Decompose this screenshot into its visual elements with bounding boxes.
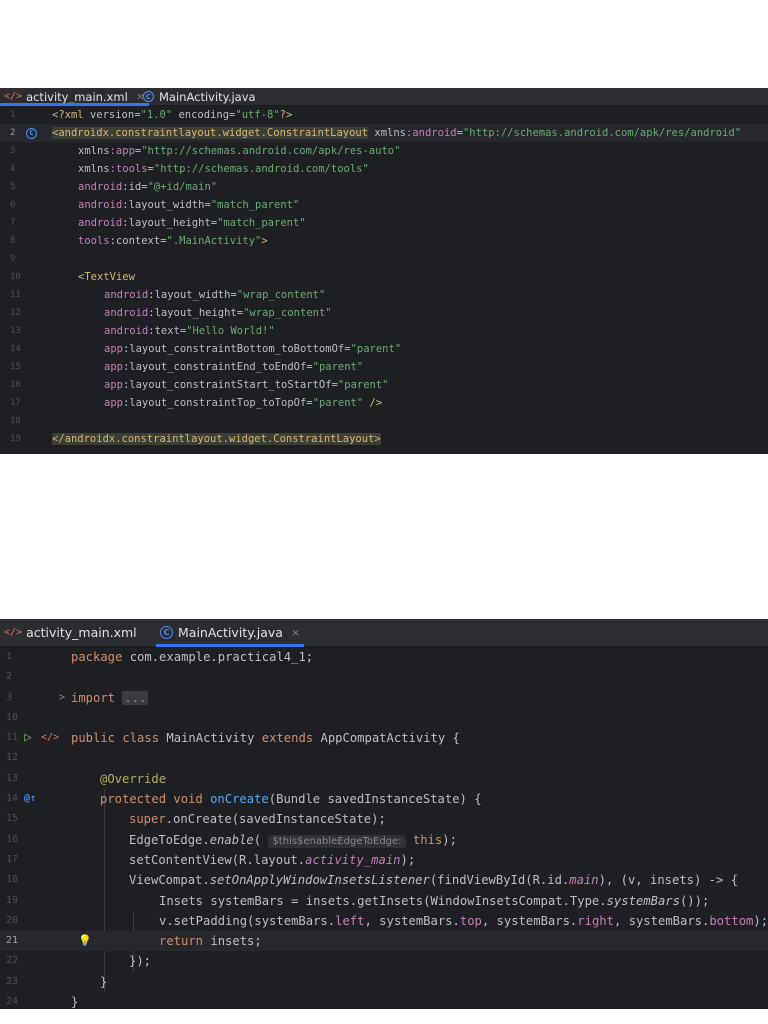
line-number: 17 xyxy=(10,398,21,408)
code-line: 18 ViewCompat.setOnApplyWindowInsetsListe… xyxy=(0,870,768,890)
override-icon[interactable]: @↑ xyxy=(24,789,36,809)
code-line: 5 android:id="@+id/main" xyxy=(0,178,768,196)
code-line: 17 app:layout_constraintTop_toTopOf="pare… xyxy=(0,394,768,412)
line-number: 13 xyxy=(10,326,21,336)
lightbulb-icon[interactable]: 💡 xyxy=(78,931,92,951)
line-number: 11 xyxy=(10,290,21,300)
tab-label: MainActivity.java xyxy=(159,89,256,104)
code-line: 10 xyxy=(0,708,768,728)
line-number: 6 xyxy=(10,200,16,210)
folded-imports[interactable]: ... xyxy=(122,690,149,705)
code-line: 16 EdgeToEdge.enable( $this$enableEdgeToE… xyxy=(0,830,768,850)
code-line: 13 android:text="Hello World!" xyxy=(0,322,768,340)
tab-label: activity_main.xml xyxy=(26,89,128,104)
code-line: 1 package com.example.practical4_1; xyxy=(0,647,768,667)
tab-activity-main-xml[interactable]: </> activity_main.xml xyxy=(4,619,137,646)
class-icon: C xyxy=(143,91,154,102)
java-editor-panel: </> activity_main.xml C MainActivity.jav… xyxy=(0,619,768,1009)
line-number: 12 xyxy=(6,752,19,764)
code-line: 7 android:layout_height="match_parent" xyxy=(0,214,768,232)
line-number: 18 xyxy=(10,416,21,426)
tab-label: MainActivity.java xyxy=(178,625,283,640)
code-line: 17 setContentView(R.layout.activity_main)… xyxy=(0,850,768,870)
line-number: 1 xyxy=(10,110,16,120)
line-number: 21 xyxy=(6,935,19,947)
close-icon[interactable]: × xyxy=(291,626,300,639)
code-line: 19 Insets systemBars = insets.getInsets(W… xyxy=(0,891,768,911)
code-line: 10 <TextView xyxy=(0,268,768,286)
line-number: 16 xyxy=(10,380,21,390)
code-line: 15 super.onCreate(savedInstanceState); xyxy=(0,809,768,829)
class-gutter-icon[interactable]: C xyxy=(26,127,37,139)
code-line: 20 v.setPadding(systemBars.left, systemBa… xyxy=(0,911,768,931)
line-number: 1 xyxy=(6,651,13,662)
code-line: 2 xyxy=(0,667,768,687)
line-number: 3 xyxy=(10,146,16,156)
line-number: 7 xyxy=(10,218,16,228)
class-icon: C xyxy=(160,626,173,639)
line-number: 13 xyxy=(6,772,19,784)
line-number: 19 xyxy=(10,434,21,444)
line-number: 9 xyxy=(10,254,16,264)
line-number: 16 xyxy=(6,833,19,845)
line-number: 5 xyxy=(10,182,16,192)
xml-link-icon[interactable]: </> xyxy=(41,728,59,748)
tab-mainactivity-java[interactable]: C MainActivity.java × xyxy=(155,619,305,647)
parameter-hint: $this$enableEdgeToEdge: xyxy=(268,834,406,848)
xml-file-icon: </> xyxy=(4,91,23,102)
java-editor-tab-bar: </> activity_main.xml C MainActivity.jav… xyxy=(0,619,768,647)
line-number: 10 xyxy=(6,711,19,723)
xml-file-icon: </> xyxy=(4,627,23,638)
xml-editor-tab-bar: </> activity_main.xml × C MainActivity.j… xyxy=(0,88,768,106)
code-line: 12 xyxy=(0,748,768,768)
line-number: 20 xyxy=(6,914,19,926)
line-number: 19 xyxy=(6,894,19,906)
tab-activity-main-xml[interactable]: </> activity_main.xml × xyxy=(0,88,150,106)
line-number: 18 xyxy=(6,874,19,886)
code-line: 11 ▷ </> public class MainActivity extends … xyxy=(0,728,768,748)
code-line: 3 xmlns:app="http://schemas.android.com/a… xyxy=(0,142,768,160)
code-line: 6 android:layout_width="match_parent" xyxy=(0,196,768,214)
code-line: 22}); xyxy=(0,951,768,971)
code-line: 12 android:layout_height="wrap_content" xyxy=(0,304,768,322)
line-number: 23 xyxy=(6,975,19,987)
line-number: 3 xyxy=(6,691,13,703)
code-line: 8 tools:context=".MainActivity"> xyxy=(0,232,768,250)
code-line: 15 app:layout_constraintEnd_toEndOf="pare… xyxy=(0,358,768,376)
code-line: 9 xyxy=(0,250,768,268)
code-line: 24} xyxy=(0,992,768,1009)
line-number: 8 xyxy=(10,236,16,246)
line-number: 14 xyxy=(10,344,21,354)
java-code-area[interactable]: 1 package com.example.practical4_1; 2 3 > i… xyxy=(0,647,768,1009)
code-line: 3 > import ... xyxy=(0,688,768,708)
fold-chevron-icon[interactable]: > xyxy=(59,688,65,708)
line-number: 10 xyxy=(10,272,21,282)
code-line: 23} xyxy=(0,972,768,992)
code-line: 14 @↑ protected void onCreate(Bundle saved… xyxy=(0,789,768,809)
line-number: 15 xyxy=(6,813,19,825)
tab-mainactivity-java[interactable]: C MainActivity.java xyxy=(143,88,256,105)
line-number: 22 xyxy=(6,955,19,967)
line-number: 15 xyxy=(10,362,21,372)
line-number: 2 xyxy=(6,671,13,683)
code-line-current: 21 💡 return insets; xyxy=(0,931,768,952)
code-line: 18 xyxy=(0,412,768,430)
code-line: 16 app:layout_constraintStart_toStartOf="… xyxy=(0,376,768,394)
code-line: 14 app:layout_constraintBottom_toBottomOf… xyxy=(0,340,768,358)
code-line: 2 C <androidx.constraintlayout.widget.Cons… xyxy=(0,124,768,142)
xml-code-area[interactable]: 1 <?xml version="1.0" encoding="utf-8"?> … xyxy=(0,106,768,448)
code-line: 19 </androidx.constraintlayout.widget.Con… xyxy=(0,430,768,448)
line-number: 4 xyxy=(10,164,16,174)
code-line: 11 android:layout_width="wrap_content" xyxy=(0,286,768,304)
line-number: 24 xyxy=(6,996,19,1008)
tab-label: activity_main.xml xyxy=(26,625,137,640)
code-line: 4 xmlns:tools="http://schemas.android.com… xyxy=(0,160,768,178)
line-number: 12 xyxy=(10,308,21,318)
code-line: 13 @Override xyxy=(0,769,768,789)
xml-editor-panel: </> activity_main.xml × C MainActivity.j… xyxy=(0,88,768,454)
code-line: 1 <?xml version="1.0" encoding="utf-8"?> xyxy=(0,106,768,124)
run-icon[interactable]: ▷ xyxy=(24,728,32,748)
line-number: 17 xyxy=(6,853,19,865)
